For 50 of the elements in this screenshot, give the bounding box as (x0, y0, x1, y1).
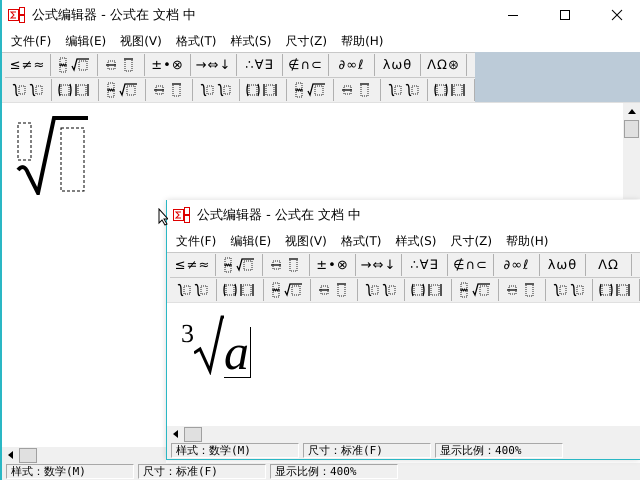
menu-item[interactable]: 帮助(H) (334, 30, 390, 52)
menu-item[interactable]: 样式(S) (388, 230, 444, 252)
app-icon (8, 7, 26, 23)
menu-item[interactable]: 编辑(E) (223, 230, 278, 252)
template-icon[interactable] (387, 82, 421, 98)
template-icon[interactable] (293, 82, 327, 98)
app-icon (173, 207, 191, 223)
template-icon[interactable] (364, 282, 398, 298)
template-icon[interactable] (270, 282, 304, 298)
menu-item[interactable]: 文件(F) (4, 30, 58, 52)
status-field: 显示比例：400% (435, 443, 563, 458)
root-index: 3 (181, 321, 194, 347)
vertical-scrollbar[interactable] (623, 103, 640, 199)
radicand-variable: a (224, 327, 251, 378)
template-icon[interactable] (176, 282, 210, 298)
status-field: 尺寸：标准(F) (303, 443, 431, 458)
caret-left-icon (8, 451, 13, 459)
template-icon[interactable] (199, 82, 233, 98)
menu-item[interactable]: 尺寸(Z) (278, 30, 334, 52)
template-icon[interactable] (57, 57, 91, 73)
menu-item[interactable]: 格式(T) (168, 30, 224, 52)
menu-item[interactable]: 样式(S) (224, 30, 278, 52)
scroll-thumb[interactable] (624, 120, 639, 138)
scroll-thumb[interactable] (19, 448, 37, 462)
close-icon (611, 9, 623, 21)
status-field: 样式：数学(M) (6, 464, 134, 479)
scroll-thumb[interactable] (184, 426, 202, 442)
window-title: 公式编辑器 - 公式在 文档 中 (197, 207, 362, 224)
status-field: 尺寸：标准(F) (138, 464, 266, 479)
caret-up-icon (628, 109, 636, 114)
menu-item[interactable]: 视图(V) (113, 30, 169, 52)
template-icon[interactable] (11, 82, 45, 98)
template-icon[interactable] (222, 257, 256, 273)
radical-sign-icon (194, 315, 224, 375)
menu-item[interactable]: 格式(T) (334, 230, 388, 252)
menu-item[interactable]: 文件(F) (169, 230, 224, 252)
template-icon[interactable] (552, 282, 586, 298)
maximize-icon (559, 9, 571, 21)
status-field: 样式：数学(M) (171, 443, 299, 458)
menu-item[interactable]: 视图(V) (278, 230, 334, 252)
template-icon[interactable] (105, 82, 139, 98)
caret-left-icon (173, 430, 178, 438)
horizontal-scrollbar[interactable] (2, 447, 166, 463)
menu-item[interactable]: 尺寸(Z) (443, 230, 500, 252)
status-field: 显示比例：400% (270, 464, 398, 479)
menu-item[interactable]: 帮助(H) (499, 230, 556, 252)
menu-item[interactable]: 编辑(E) (58, 30, 114, 52)
template-icon[interactable] (458, 282, 492, 298)
window-title: 公式编辑器 - 公式在 文档 中 (32, 7, 198, 24)
horizontal-scrollbar[interactable] (167, 426, 640, 442)
